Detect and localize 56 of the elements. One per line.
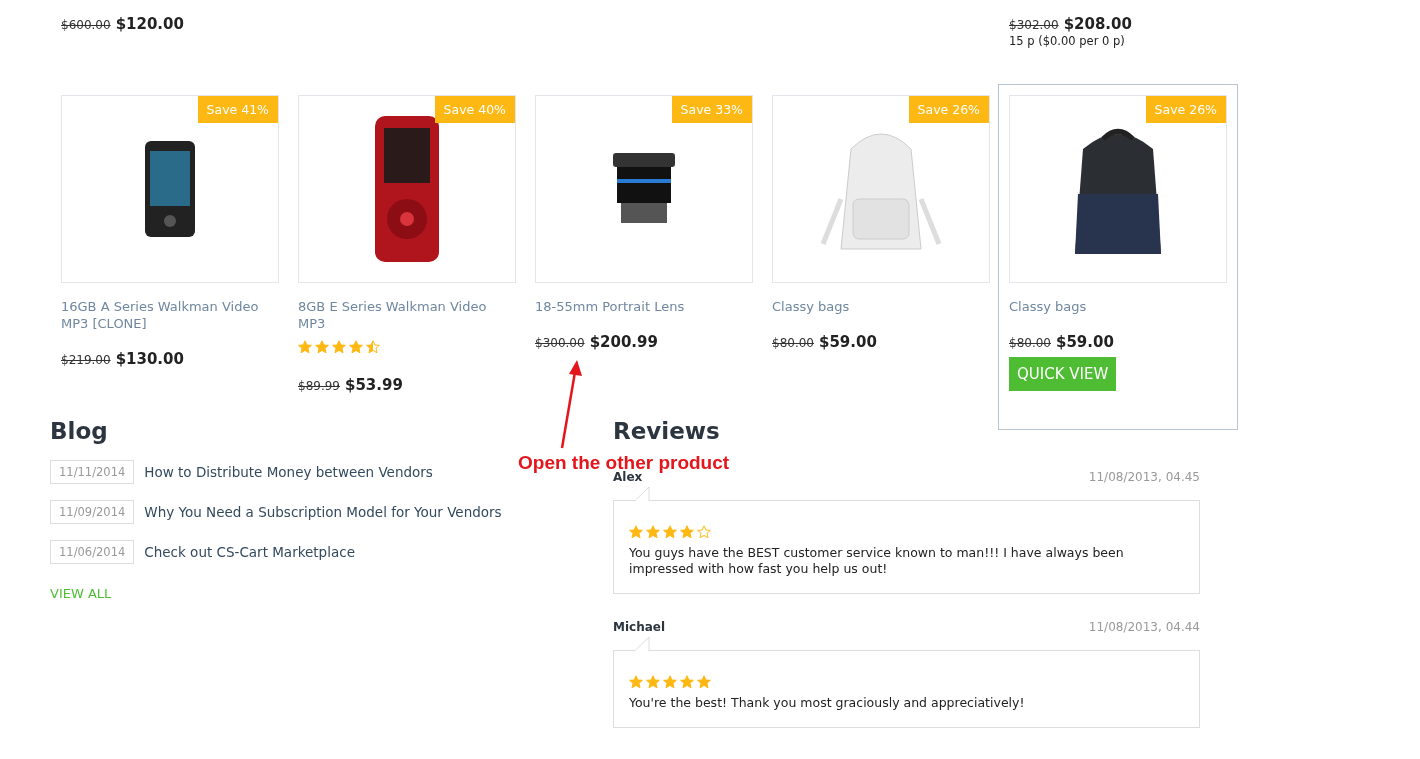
review-text: You guys have the BEST customer service known to man!!! I have always been impressed with how fast you help us out!	[629, 545, 1125, 577]
old-price: $89.99	[298, 379, 340, 393]
star-icon	[332, 340, 346, 354]
star-icon	[680, 525, 694, 539]
star-icon	[663, 675, 677, 689]
discount-badge: Save 40%	[434, 96, 515, 123]
product-name[interactable]: 18-55mm Portrait Lens	[535, 298, 753, 315]
review-text: You're the best! Thank you most graciously and appreciatively!	[629, 695, 1026, 711]
product-name[interactable]: 8GB E Series Walkman Video MP3	[298, 298, 516, 332]
product-name[interactable]: Classy bags	[1009, 298, 1227, 315]
product-name[interactable]: 16GB A Series Walkman Video MP3 [CLONE]	[61, 298, 279, 332]
section-title: Blog	[50, 418, 109, 444]
old-price: $300.00	[535, 336, 585, 350]
old-price: $80.00	[772, 336, 814, 350]
price: $120.00	[115, 15, 184, 33]
section-title: Reviews	[613, 418, 721, 444]
post-date: 11/11/2014	[50, 460, 135, 484]
old-price: $219.00	[61, 353, 111, 367]
discount-badge: Save 26%	[1145, 96, 1226, 123]
price: $208.00	[1063, 15, 1132, 33]
discount-badge: Save 33%	[671, 96, 752, 123]
price: $59.00	[819, 333, 877, 351]
review-date: 11/08/2013, 04.44	[1088, 620, 1200, 634]
star-icon	[680, 675, 694, 689]
star-icon	[663, 525, 677, 539]
star-icon	[646, 675, 660, 689]
post-link[interactable]: Why You Need a Subscription Model for Your Vendors	[144, 504, 502, 520]
discount-badge: Save 26%	[908, 96, 989, 123]
price: $53.99	[345, 376, 403, 394]
old-price: $600.00	[61, 18, 111, 32]
review-date: 11/08/2013, 04.45	[1088, 470, 1200, 484]
star-icon	[315, 340, 329, 354]
price: $59.00	[1056, 333, 1114, 351]
price: $200.99	[589, 333, 658, 351]
half-star-icon	[366, 340, 380, 354]
quick-view-button[interactable]: QUICK VIEW	[1009, 357, 1117, 391]
price: $130.00	[115, 350, 184, 368]
review-author: Michael	[613, 620, 666, 634]
star-icon	[349, 340, 363, 354]
view-all-link[interactable]: VIEW ALL	[50, 586, 112, 601]
discount-badge: Save 41%	[197, 96, 278, 123]
star-icon	[646, 525, 660, 539]
empty-star-icon	[697, 525, 711, 539]
review-author: Alex	[613, 470, 643, 484]
post-date: 11/09/2014	[50, 500, 135, 524]
post-link[interactable]: How to Distribute Money between Vendors	[144, 464, 433, 480]
unit-price: 15 p ($0.00 per 0 p)	[1009, 34, 1126, 48]
product-name[interactable]: Classy bags	[772, 298, 990, 315]
post-date: 11/06/2014	[50, 540, 135, 564]
old-price: $302.00	[1009, 18, 1059, 32]
star-icon	[298, 340, 312, 354]
star-icon	[629, 675, 643, 689]
star-icon	[629, 525, 643, 539]
old-price: $80.00	[1009, 336, 1051, 350]
post-link[interactable]: Check out CS-Cart Marketplace	[144, 544, 355, 560]
star-icon	[697, 675, 711, 689]
